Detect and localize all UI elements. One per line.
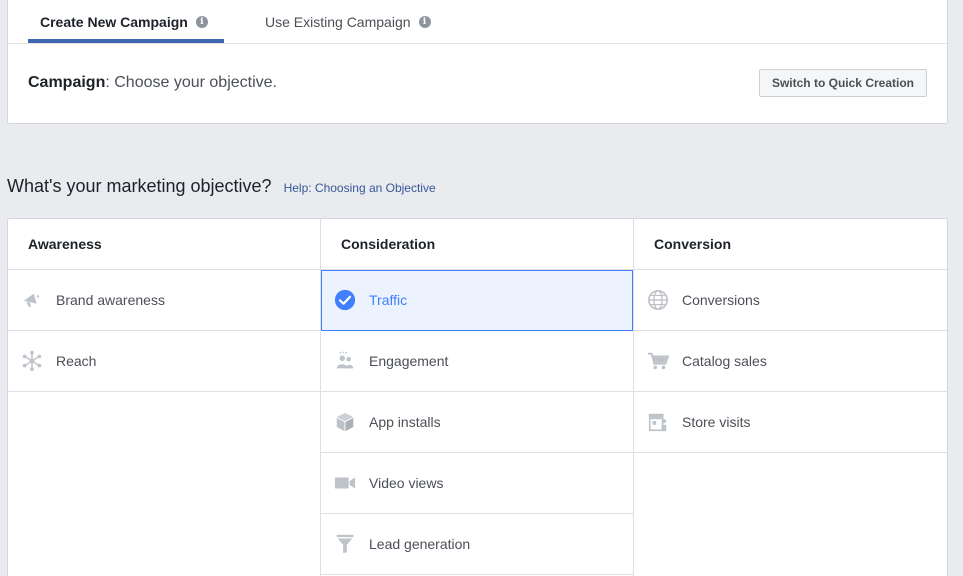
objective-label: Store visits bbox=[682, 414, 751, 430]
objective-engagement[interactable]: Engagement bbox=[321, 331, 633, 392]
column-header: Awareness bbox=[8, 219, 320, 270]
people-icon bbox=[333, 349, 357, 373]
tab-create-new-campaign[interactable]: Create New Campaign i bbox=[40, 1, 208, 43]
campaign-card: Create New Campaign i Use Existing Campa… bbox=[7, 0, 948, 124]
objective-conversions[interactable]: Conversions bbox=[634, 270, 947, 331]
objective-grid: Awareness Brand awareness Reach Consider… bbox=[7, 218, 948, 576]
megaphone-icon bbox=[20, 288, 44, 312]
campaign-tabs: Create New Campaign i Use Existing Campa… bbox=[8, 0, 947, 44]
column-awareness: Awareness Brand awareness Reach bbox=[8, 219, 321, 576]
objective-label: Reach bbox=[56, 353, 97, 369]
objective-catalog-sales[interactable]: Catalog sales bbox=[634, 331, 947, 392]
objective-video-views[interactable]: Video views bbox=[321, 453, 633, 514]
info-icon[interactable]: i bbox=[418, 16, 431, 28]
check-circle-icon bbox=[333, 288, 357, 312]
globe-icon bbox=[646, 288, 670, 312]
cart-icon bbox=[646, 349, 670, 373]
column-header: Consideration bbox=[321, 219, 633, 270]
tab-label: Use Existing Campaign bbox=[265, 14, 411, 30]
objective-lead-generation[interactable]: Lead generation bbox=[321, 514, 633, 575]
help-link[interactable]: Help: Choosing an Objective bbox=[284, 181, 436, 195]
objective-label: Traffic bbox=[369, 292, 408, 308]
objective-label: Engagement bbox=[369, 353, 449, 369]
switch-to-quick-creation-button[interactable]: Switch to Quick Creation bbox=[758, 69, 927, 97]
reach-icon bbox=[20, 349, 44, 373]
column-header: Conversion bbox=[634, 219, 947, 270]
objective-label: Catalog sales bbox=[682, 353, 767, 369]
objective-label: Video views bbox=[369, 475, 444, 491]
funnel-icon bbox=[333, 532, 357, 556]
active-tab-indicator bbox=[28, 39, 224, 43]
column-consideration: Consideration Traffic Engagement App ins… bbox=[321, 219, 634, 576]
objective-label: Conversions bbox=[682, 292, 760, 308]
tab-use-existing-campaign[interactable]: Use Existing Campaign i bbox=[265, 1, 431, 43]
info-icon[interactable]: i bbox=[195, 16, 208, 28]
objective-label: Lead generation bbox=[369, 536, 471, 552]
objective-traffic[interactable]: Traffic bbox=[321, 270, 633, 331]
column-conversion: Conversion Conversions Catalog sales Sto… bbox=[634, 219, 947, 576]
objective-brand-awareness[interactable]: Brand awareness bbox=[8, 270, 320, 331]
objective-reach[interactable]: Reach bbox=[8, 331, 320, 392]
page-title: What's your marketing objective? bbox=[7, 176, 272, 196]
video-camera-icon bbox=[333, 471, 357, 495]
campaign-text: : Choose your objective. bbox=[105, 74, 277, 91]
objective-heading-row: What's your marketing objective? Help: C… bbox=[7, 176, 436, 197]
campaign-label: Campaign bbox=[28, 74, 106, 91]
objective-label: App installs bbox=[369, 414, 441, 430]
objective-label: Brand awareness bbox=[56, 292, 165, 308]
box-icon bbox=[333, 410, 357, 434]
tab-label: Create New Campaign bbox=[40, 14, 188, 30]
campaign-objective-line: Campaign: Choose your objective. bbox=[28, 74, 277, 92]
store-icon bbox=[646, 410, 670, 434]
objective-store-visits[interactable]: Store visits bbox=[634, 392, 947, 453]
objective-app-installs[interactable]: App installs bbox=[321, 392, 633, 453]
